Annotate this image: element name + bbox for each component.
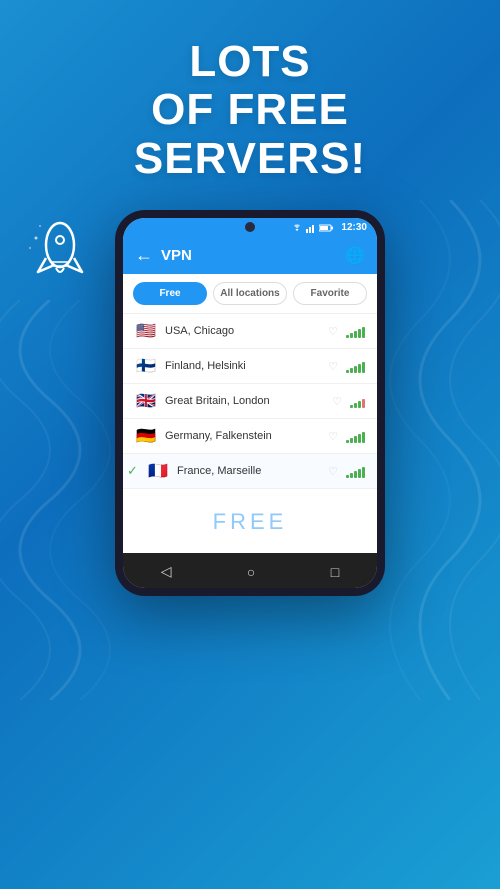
server-list: 🇺🇸 USA, Chicago ♡ 🇫🇮 Finland, Helsinki — [123, 314, 377, 489]
header-line1: Lots — [189, 37, 310, 86]
phone-screen: 12:30 ← VPN 🌐 Free All locations Favorit… — [123, 218, 377, 588]
globe-button[interactable]: 🌐 — [345, 246, 365, 266]
header-title: Lots of free servers! — [0, 38, 500, 183]
flag-germany: 🇩🇪 — [135, 428, 157, 444]
signal-finland — [346, 359, 365, 373]
signal-germany — [346, 429, 365, 443]
app-title: VPN — [161, 247, 337, 264]
phone-nav: ◁ ○ □ — [123, 553, 377, 588]
favorite-finland[interactable]: ♡ — [328, 360, 338, 373]
flag-usa: 🇺🇸 — [135, 323, 157, 339]
signal-usa — [346, 324, 365, 338]
flag-gb: 🇬🇧 — [135, 393, 157, 409]
header-section: Lots of free servers! — [0, 0, 500, 183]
server-item-usa[interactable]: 🇺🇸 USA, Chicago ♡ — [123, 314, 377, 349]
favorite-usa[interactable]: ♡ — [328, 325, 338, 338]
rocket-icon — [18, 210, 98, 295]
flag-finland: 🇫🇮 — [135, 358, 157, 374]
signal-france — [346, 464, 365, 478]
selected-check: ✓ — [127, 463, 138, 479]
signal-icon — [306, 223, 316, 233]
favorite-france[interactable]: ♡ — [328, 465, 338, 478]
tab-all-locations[interactable]: All locations — [213, 282, 287, 305]
header-line3: servers! — [134, 134, 366, 183]
flag-france: 🇫🇷 — [147, 463, 169, 479]
nav-back-button[interactable]: ◁ — [161, 563, 172, 580]
server-name-finland: Finland, Helsinki — [165, 360, 320, 372]
nav-home-button[interactable]: ○ — [247, 564, 255, 580]
tab-free[interactable]: Free — [133, 282, 207, 305]
free-label: FREE — [213, 509, 288, 534]
server-item-gb[interactable]: 🇬🇧 Great Britain, London ♡ — [123, 384, 377, 419]
phone-mockup: 12:30 ← VPN 🌐 Free All locations Favorit… — [115, 210, 385, 596]
server-name-gb: Great Britain, London — [165, 395, 324, 407]
signal-gb — [350, 394, 365, 408]
phone-body: 12:30 ← VPN 🌐 Free All locations Favorit… — [115, 210, 385, 596]
server-item-france[interactable]: ✓ 🇫🇷 France, Marseille ♡ — [123, 454, 377, 489]
status-time: 12:30 — [341, 222, 367, 233]
server-name-usa: USA, Chicago — [165, 325, 320, 337]
favorite-germany[interactable]: ♡ — [328, 430, 338, 443]
wifi-icon — [291, 223, 303, 233]
back-button[interactable]: ← — [135, 245, 153, 266]
battery-icon — [319, 224, 333, 232]
nav-recent-button[interactable]: □ — [331, 564, 339, 580]
tab-favorite[interactable]: Favorite — [293, 282, 367, 305]
server-name-germany: Germany, Falkenstein — [165, 430, 320, 442]
tab-bar: Free All locations Favorite — [123, 274, 377, 314]
server-name-france: France, Marseille — [177, 465, 320, 477]
status-icons — [291, 223, 333, 233]
app-header: ← VPN 🌐 — [123, 237, 377, 274]
camera-notch — [245, 222, 255, 232]
server-item-germany[interactable]: 🇩🇪 Germany, Falkenstein ♡ — [123, 419, 377, 454]
header-line2: of free — [151, 85, 349, 134]
server-item-finland[interactable]: 🇫🇮 Finland, Helsinki ♡ — [123, 349, 377, 384]
free-section: FREE — [123, 489, 377, 553]
favorite-gb[interactable]: ♡ — [332, 395, 342, 408]
